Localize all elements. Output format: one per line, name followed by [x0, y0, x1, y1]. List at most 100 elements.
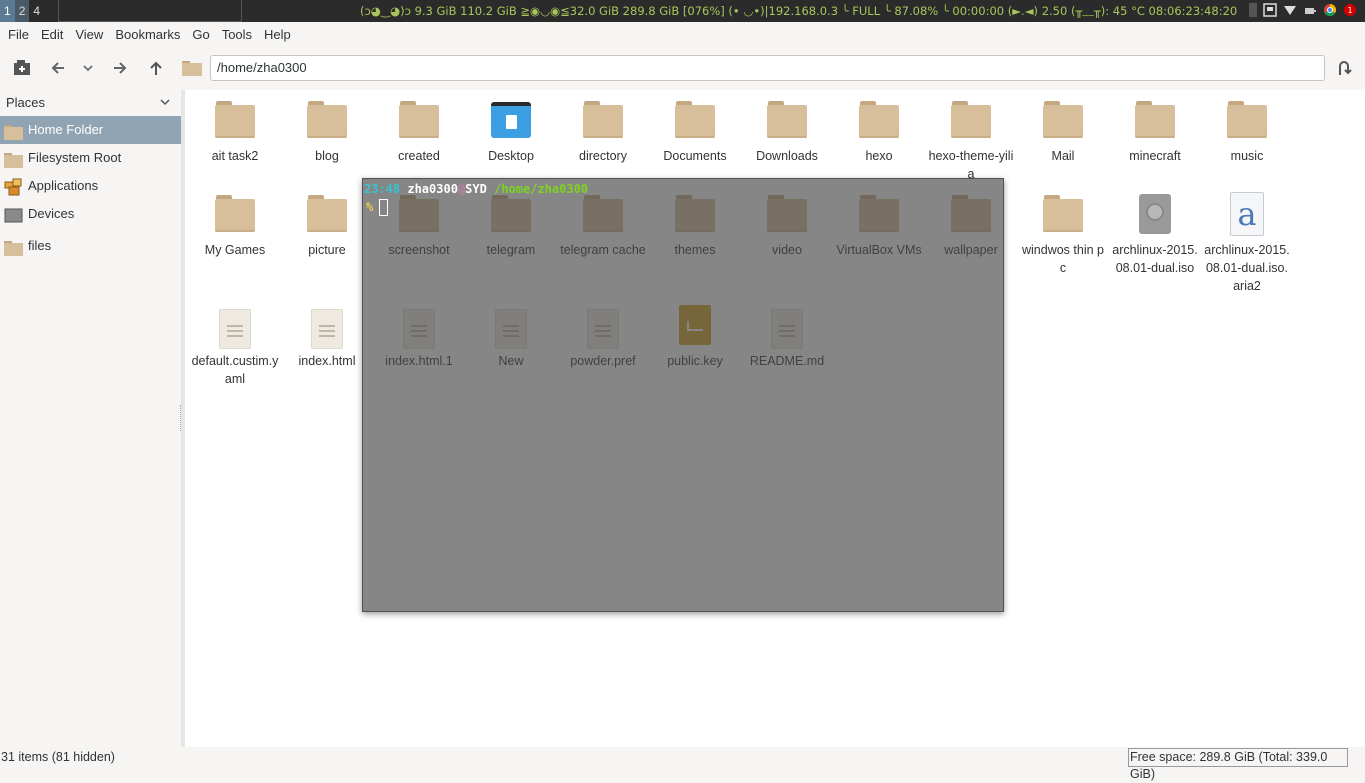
folder-icon [1043, 194, 1083, 234]
location-folder-button[interactable] [180, 56, 204, 80]
folder-icon [1227, 100, 1267, 140]
file-item[interactable]: My Games [189, 194, 281, 259]
battery-icon[interactable] [1303, 3, 1317, 17]
volume-icon[interactable] [1249, 3, 1257, 17]
terminal-host: SYD [465, 182, 487, 196]
file-name: archlinux-2015.08.01-dual.iso.aria2 [1204, 243, 1290, 293]
top-status-bar: 1 2 4 (ↄ◕‿◕)ↄ 9.3 GiB 110.2 GiB ≧◉◡◉≦32.… [0, 0, 1365, 22]
system-tray: 1 [1249, 3, 1357, 17]
menu-bar: File Edit View Bookmarks Go Tools Help [0, 22, 1365, 48]
up-button[interactable] [144, 56, 168, 80]
text-file-icon [215, 309, 255, 349]
menu-tools[interactable]: Tools [216, 22, 258, 48]
file-item[interactable]: Desktop [465, 100, 557, 165]
sidebar-item-files[interactable]: files [0, 232, 181, 260]
file-item[interactable]: index.html [281, 305, 373, 370]
file-item[interactable]: Documents [649, 100, 741, 165]
chevron-down-icon [83, 65, 93, 72]
path-input[interactable]: /home/zha0300 [210, 55, 1325, 81]
forward-arrow-icon [114, 62, 127, 74]
file-name: Downloads [756, 149, 818, 163]
folder-icon [675, 100, 715, 140]
workspace-4[interactable]: 4 [29, 0, 44, 22]
sidebar-item-home-folder[interactable]: Home Folder [0, 116, 181, 144]
folder-icon [215, 100, 255, 140]
file-item[interactable]: a archlinux-2015.08.01-dual.iso.aria2 [1201, 192, 1293, 295]
desktop-folder-icon [491, 100, 531, 140]
terminal-window[interactable]: 23:48 zha0300@SYD /home/zha0300 % [362, 178, 1004, 612]
workspace-1[interactable]: 1 [0, 0, 15, 22]
splitter-handle[interactable] [180, 405, 183, 431]
text-file-icon [307, 309, 347, 349]
file-item[interactable]: hexo [833, 100, 925, 165]
folder-icon [4, 238, 23, 256]
history-dropdown-button[interactable] [76, 56, 100, 80]
terminal-path: /home/zha0300 [494, 182, 589, 196]
file-item[interactable]: picture [281, 194, 373, 259]
applications-icon [4, 178, 23, 196]
sidebar-item-label: Filesystem Root [28, 150, 122, 165]
file-name: index.html [298, 354, 356, 368]
sidebar-item-applications[interactable]: Applications [0, 172, 181, 200]
file-name: picture [308, 243, 346, 257]
places-header[interactable]: Places [0, 90, 181, 116]
jump-arrow-icon [1339, 61, 1352, 75]
file-name: My Games [204, 243, 266, 257]
file-item[interactable]: default.custim.yaml [189, 305, 281, 388]
disc-image-icon [1135, 194, 1175, 234]
terminal-input-line: % [366, 200, 373, 214]
status-bar: 31 items (81 hidden) Free space: 289.8 G… [0, 748, 1365, 781]
places-title: Places [6, 95, 46, 110]
file-name: Desktop [488, 149, 534, 163]
workspace-2[interactable]: 2 [14, 0, 30, 22]
menu-bookmarks[interactable]: Bookmarks [109, 22, 186, 48]
file-name: directory [579, 149, 627, 163]
sidebar-item-label: Home Folder [28, 122, 104, 137]
back-arrow-icon [51, 62, 64, 74]
chrome-icon[interactable] [1323, 3, 1337, 17]
menu-go[interactable]: Go [186, 22, 215, 48]
wifi-icon[interactable] [1283, 3, 1297, 17]
new-tab-icon [14, 60, 30, 75]
file-item[interactable]: ait task2 [189, 100, 281, 165]
file-name: created [398, 149, 440, 163]
folder-icon [307, 100, 347, 140]
menu-help[interactable]: Help [258, 22, 297, 48]
back-button[interactable] [46, 56, 70, 80]
notification-icon[interactable]: 1 [1343, 3, 1357, 17]
file-name: blog [315, 149, 339, 163]
file-item[interactable]: windwos thin pc [1017, 194, 1109, 277]
file-item[interactable]: Mail [1017, 100, 1109, 165]
folder-icon [182, 61, 202, 76]
folder-icon [859, 100, 899, 140]
sidebar-item-filesystem-root[interactable]: Filesystem Root [0, 144, 181, 172]
folder-icon [1135, 100, 1175, 140]
sidebar-item-devices[interactable]: Devices [0, 200, 181, 228]
terminal-user: zha0300 [407, 182, 458, 196]
file-item[interactable]: hexo-theme-yilia [925, 100, 1017, 183]
home-folder-icon [4, 122, 23, 140]
up-arrow-icon [150, 61, 162, 75]
file-name: minecraft [1129, 149, 1181, 163]
file-item[interactable]: archlinux-2015.08.01-dual.iso [1109, 194, 1201, 277]
file-item[interactable]: blog [281, 100, 373, 165]
file-item[interactable]: Downloads [741, 100, 833, 165]
menu-view[interactable]: View [69, 22, 109, 48]
file-item[interactable]: minecraft [1109, 100, 1201, 165]
go-button[interactable] [1332, 56, 1356, 80]
file-name: ait task2 [211, 149, 259, 163]
folder-icon [4, 150, 23, 168]
new-tab-button[interactable] [10, 56, 34, 80]
window-title-box [58, 0, 242, 22]
file-item[interactable]: created [373, 100, 465, 165]
file-item[interactable]: directory [557, 100, 649, 165]
folder-icon [215, 194, 255, 234]
system-status-text: (ↄ◕‿◕)ↄ 9.3 GiB 110.2 GiB ≧◉◡◉≦32.0 GiB … [360, 4, 1238, 18]
file-item[interactable]: music [1201, 100, 1293, 165]
sidebar-item-label: Applications [28, 178, 99, 193]
clipboard-icon[interactable] [1263, 3, 1277, 17]
folder-icon [767, 100, 807, 140]
menu-edit[interactable]: Edit [35, 22, 69, 48]
forward-button[interactable] [108, 56, 132, 80]
menu-file[interactable]: File [2, 22, 35, 48]
